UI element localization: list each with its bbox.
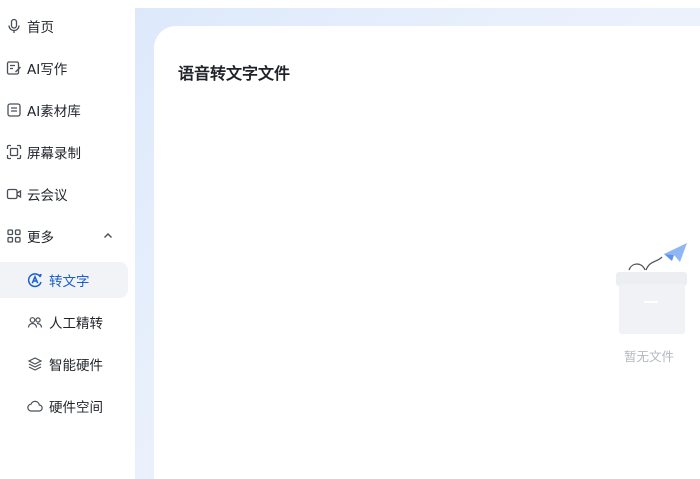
grid-icon (6, 228, 22, 244)
edit-doc-icon (6, 60, 22, 76)
sidebar-item-label: 首页 (27, 20, 54, 36)
sidebar-item-human-transcribe[interactable]: 人工精转 (0, 304, 135, 340)
sidebar-item-ai-material[interactable]: AI素材库 (0, 92, 135, 128)
sidebar-item-screen-record[interactable]: 屏幕录制 (0, 134, 135, 170)
microphone-icon (6, 18, 22, 34)
sidebar-item-label: 智能硬件 (49, 358, 103, 374)
material-library-icon (6, 102, 22, 118)
screen-record-icon (6, 144, 22, 160)
sidebar: 首页 AI写作 AI素材库 屏幕录制 云会议 更多 转文字 人工精转 智能硬件 … (0, 0, 135, 479)
app-window: 首页 AI写作 AI素材库 屏幕录制 云会议 更多 转文字 人工精转 智能硬件 … (0, 0, 700, 479)
cloud-icon (27, 398, 43, 414)
sidebar-item-label: 云会议 (27, 188, 68, 204)
sidebar-item-label: 更多 (27, 230, 54, 246)
sidebar-item-ai-writing[interactable]: AI写作 (0, 50, 135, 86)
sidebar-item-label: 屏幕录制 (27, 146, 81, 162)
sidebar-item-home[interactable]: 首页 (0, 8, 135, 44)
sidebar-item-label: 人工精转 (49, 316, 103, 332)
video-meeting-icon (6, 186, 22, 202)
ai-transcribe-icon (27, 272, 43, 288)
sidebar-item-transcribe[interactable]: 转文字 (0, 262, 128, 298)
empty-state-text: 暂无文件 (624, 349, 675, 364)
sidebar-item-label: AI素材库 (27, 104, 81, 120)
sidebar-item-label: 转文字 (49, 274, 90, 290)
chevron-up-icon[interactable] (101, 229, 115, 243)
sidebar-item-more[interactable]: 更多 (0, 218, 135, 254)
sidebar-item-label: 硬件空间 (49, 400, 103, 416)
people-icon (27, 314, 43, 330)
page-title: 语音转文字文件 (178, 64, 291, 83)
sidebar-item-hardware-space[interactable]: 硬件空间 (0, 388, 135, 424)
sidebar-item-label: AI写作 (27, 62, 68, 78)
layers-icon (27, 356, 43, 372)
sidebar-item-cloud-meeting[interactable]: 云会议 (0, 176, 135, 212)
sidebar-item-smart-hardware[interactable]: 智能硬件 (0, 346, 135, 382)
